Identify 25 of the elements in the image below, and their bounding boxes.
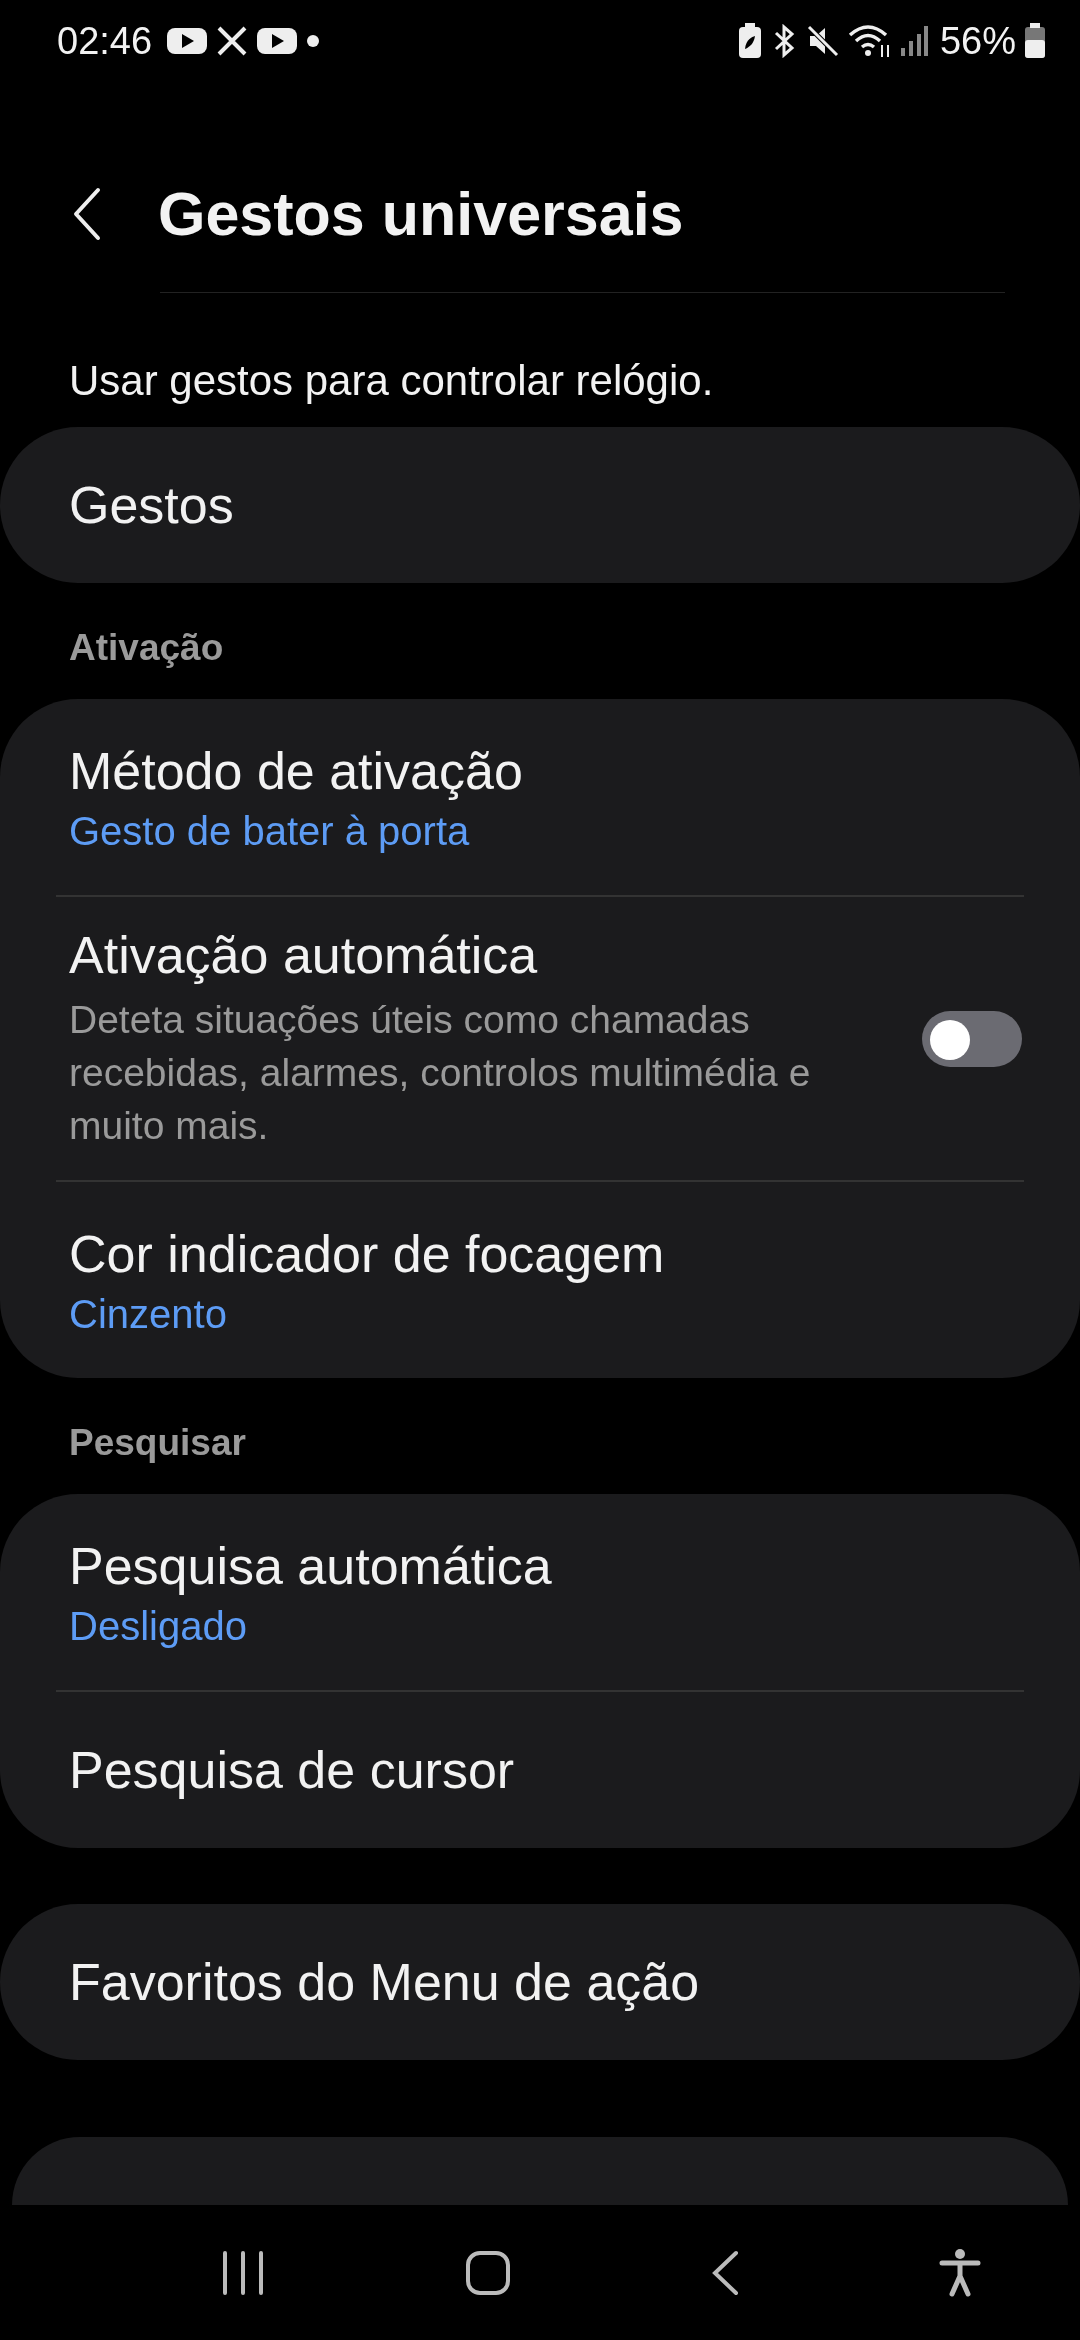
signal-icon	[899, 24, 928, 58]
mute-icon	[805, 24, 840, 58]
back-icon[interactable]	[72, 187, 102, 241]
page-description: Usar gestos para controlar relógio.	[68, 356, 715, 405]
settings-item[interactable]: Pesquisa de cursor	[0, 1692, 1080, 1848]
accessibility-icon[interactable]	[938, 2247, 981, 2298]
wifi-icon	[847, 23, 892, 59]
x-app-icon	[216, 26, 249, 56]
section-heading: Ativação	[68, 626, 225, 670]
settings-item[interactable]: Cor indicador de focagem Cinzento	[0, 1182, 1080, 1378]
status-time: 02:46	[57, 19, 153, 63]
settings-item[interactable]: Método de ativação Gesto de bater à porta	[0, 699, 1080, 895]
settings-item[interactable]: Gestos	[0, 427, 1080, 583]
video-app-icon	[256, 26, 299, 56]
home-icon[interactable]	[464, 2249, 511, 2296]
notification-dot-icon	[306, 34, 321, 48]
settings-item[interactable]: Pesquisa automática Desligado	[0, 1494, 1080, 1690]
settings-item[interactable]: Ativação automática Deteta situações úteis como chamadas recebidas, alarmes, controlos multimédia e muito mais.	[0, 897, 1080, 1180]
settings-item[interactable]: Favoritos do Menu de ação	[0, 1904, 1080, 2060]
battery-icon	[1024, 23, 1046, 59]
battery-percent: 56%	[939, 19, 1016, 63]
video-app-icon	[166, 26, 209, 56]
page-title: Gestos universais	[158, 179, 684, 249]
section-heading: Pesquisar	[68, 1421, 247, 1465]
battery-saver-icon	[737, 23, 762, 59]
